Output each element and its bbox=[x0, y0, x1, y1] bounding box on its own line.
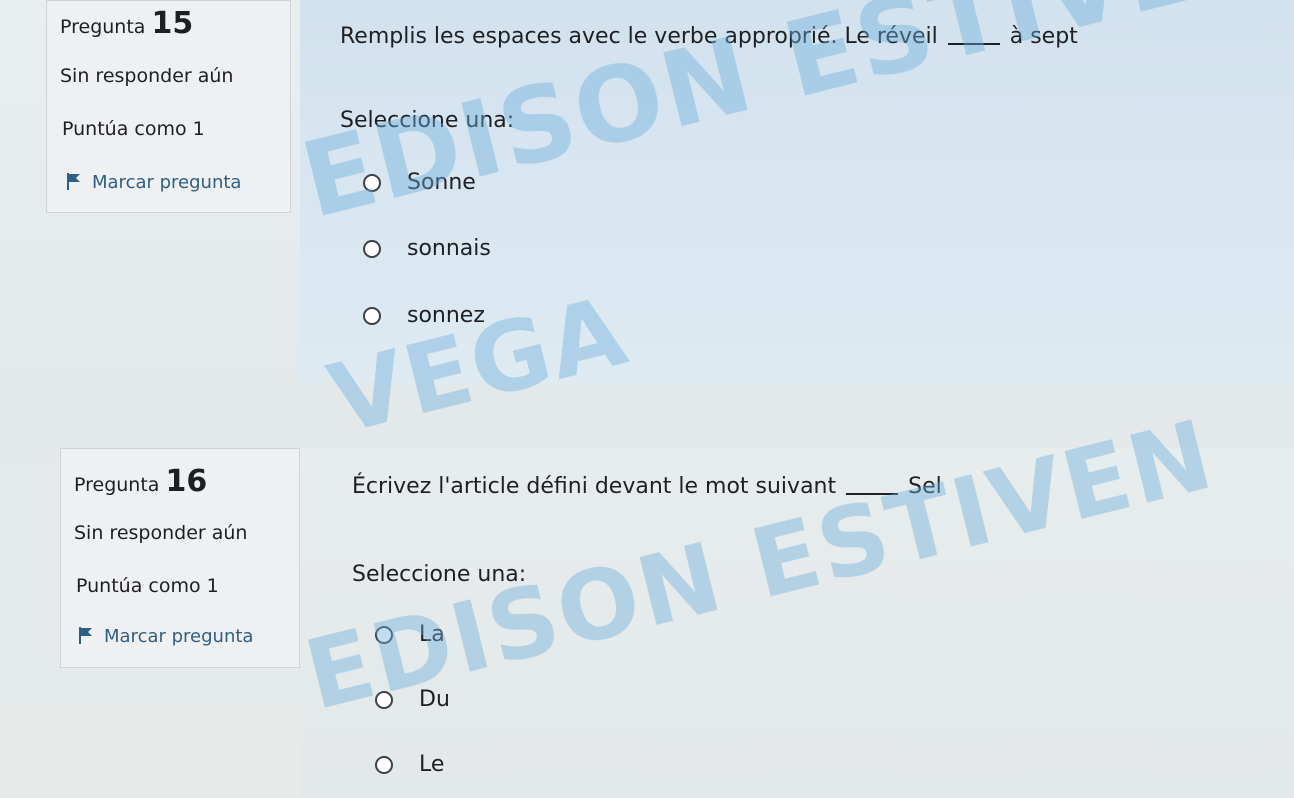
question-15-points: Puntúa como 1 bbox=[62, 118, 205, 140]
flag-label: Marcar pregunta bbox=[92, 172, 242, 193]
question-16-option-2[interactable]: Du bbox=[375, 687, 450, 712]
option-label: Le bbox=[419, 752, 445, 777]
flag-icon bbox=[79, 627, 92, 644]
question-number: 15 bbox=[151, 6, 194, 41]
question-15-prompt: Seleccione una: bbox=[340, 108, 515, 133]
question-15-text: Remplis les espaces avec le verbe approp… bbox=[340, 24, 1078, 49]
option-label: sonnez bbox=[407, 303, 485, 328]
question-15-option-1[interactable]: Sonne bbox=[363, 170, 476, 195]
question-15-option-2[interactable]: sonnais bbox=[363, 236, 491, 261]
question-16-text: Écrivez l'article défini devant le mot s… bbox=[352, 474, 942, 499]
option-label: sonnais bbox=[407, 236, 491, 261]
radio-button[interactable] bbox=[375, 625, 393, 644]
radio-button[interactable] bbox=[375, 755, 393, 774]
flag-icon bbox=[67, 173, 80, 190]
question-label: Pregunta bbox=[74, 474, 160, 496]
question-16-prompt: Seleccione una: bbox=[352, 562, 527, 587]
option-label: Du bbox=[419, 687, 450, 712]
question-text-before: Écrivez l'article défini devant le mot s… bbox=[352, 474, 837, 499]
question-15-flag-link[interactable]: Marcar pregunta bbox=[66, 172, 241, 193]
question-16-status: Sin responder aún bbox=[74, 522, 248, 544]
radio-button[interactable] bbox=[363, 306, 381, 325]
answer-blank bbox=[947, 43, 1000, 45]
question-label: Pregunta bbox=[60, 16, 146, 38]
question-16-points: Puntúa como 1 bbox=[76, 575, 219, 597]
flag-label: Marcar pregunta bbox=[104, 626, 254, 647]
question-16-number: Pregunta 16 bbox=[74, 464, 207, 499]
question-16-flag-link[interactable]: Marcar pregunta bbox=[78, 626, 253, 647]
radio-button[interactable] bbox=[363, 239, 381, 258]
question-16-option-3[interactable]: Le bbox=[375, 752, 444, 777]
option-label: La bbox=[419, 622, 445, 647]
option-label: Sonne bbox=[407, 170, 476, 195]
answer-blank bbox=[846, 493, 899, 495]
question-number: 16 bbox=[165, 464, 208, 499]
radio-button[interactable] bbox=[363, 173, 381, 192]
question-text-after: à sept bbox=[1009, 24, 1078, 49]
question-text-before: Remplis les espaces avec le verbe approp… bbox=[340, 24, 938, 49]
question-15-number: Pregunta 15 bbox=[60, 6, 193, 41]
question-16-content-area bbox=[300, 448, 1294, 798]
question-16-option-1[interactable]: La bbox=[375, 622, 445, 647]
radio-button[interactable] bbox=[375, 690, 393, 709]
question-15-option-3[interactable]: sonnez bbox=[363, 303, 485, 328]
question-text-after: Sel bbox=[908, 474, 942, 499]
question-15-status: Sin responder aún bbox=[60, 65, 234, 87]
